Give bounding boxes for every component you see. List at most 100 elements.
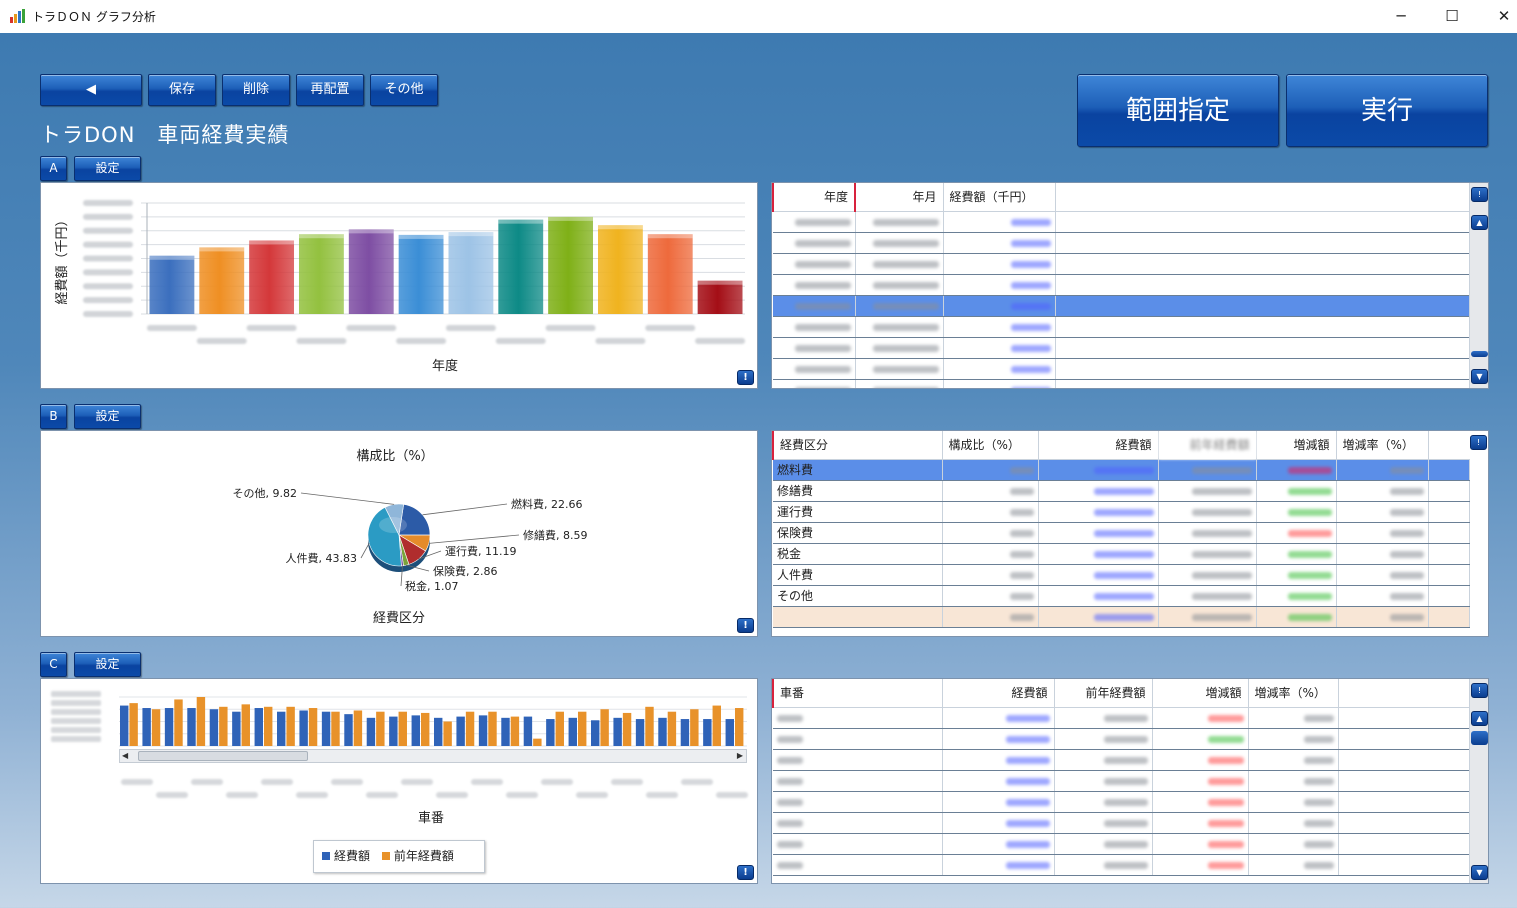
table-a-cell-blank[interactable] <box>1055 316 1470 338</box>
table-c-cell-blank[interactable] <box>1338 749 1470 771</box>
table-c-cell-amount[interactable] <box>942 833 1055 855</box>
table-a-cell-month[interactable] <box>855 295 944 317</box>
table-c-cell-diff[interactable] <box>1152 854 1249 876</box>
table-a-cell-year[interactable] <box>773 232 856 254</box>
table-c-cell-blank[interactable] <box>1338 833 1470 855</box>
table-b-cell-rate[interactable] <box>1336 585 1429 607</box>
table-c-cell-prev-amount[interactable] <box>1054 749 1153 771</box>
table-c-cell-diff[interactable] <box>1152 791 1249 813</box>
table-c-cell-blank[interactable] <box>1338 854 1470 876</box>
table-c-cell-rate[interactable] <box>1248 812 1339 834</box>
table-a-cell-month[interactable] <box>855 253 944 275</box>
table-b-cell-diff[interactable] <box>1256 585 1337 607</box>
table-a-cell-amount[interactable] <box>943 379 1056 388</box>
table-b-info-icon[interactable]: ! <box>1470 435 1487 450</box>
table-c-cell-vehicle[interactable] <box>773 770 943 792</box>
range-select-button[interactable]: 範囲指定 <box>1077 74 1279 147</box>
table-a-scroll-thumb[interactable] <box>1471 351 1488 357</box>
table-a-row[interactable] <box>773 358 1470 380</box>
table-c-cell-prev-amount[interactable] <box>1054 854 1153 876</box>
table-a-cell-blank[interactable] <box>1055 274 1470 296</box>
table-a-scroll-up-icon[interactable]: ▲ <box>1471 215 1488 230</box>
table-b-cell-prev-amount[interactable] <box>1158 522 1257 544</box>
table-b-cell-blank[interactable] <box>1428 585 1470 607</box>
table-c-cell-blank[interactable] <box>1338 812 1470 834</box>
table-c-cell-blank[interactable] <box>1338 791 1470 813</box>
table-a-cell-month[interactable] <box>855 211 944 233</box>
table-a-row[interactable] <box>773 295 1470 317</box>
table-a-cell-year[interactable] <box>773 211 856 233</box>
table-a-cell-month[interactable] <box>855 379 944 388</box>
table-c-cell-prev-amount[interactable] <box>1054 812 1153 834</box>
table-c-cell-rate[interactable] <box>1248 770 1339 792</box>
table-b-header-amount[interactable]: 経費額 <box>1038 431 1159 460</box>
table-c-row[interactable] <box>773 791 1470 813</box>
table-c-cell-rate[interactable] <box>1248 833 1339 855</box>
table-c-scrollbar[interactable]: ! ▲ ▼ <box>1469 679 1488 883</box>
table-b-cell-ratio[interactable] <box>942 459 1039 481</box>
table-a-cell-blank[interactable] <box>1055 253 1470 275</box>
table-c-cell-vehicle[interactable] <box>773 749 943 771</box>
other-button[interactable]: その他 <box>370 74 438 106</box>
table-a-scroll-down-icon[interactable]: ▼ <box>1471 369 1488 384</box>
table-a-cell-year[interactable] <box>773 274 856 296</box>
table-b-cell-diff[interactable] <box>1256 480 1337 502</box>
table-c-cell-blank[interactable] <box>1338 728 1470 750</box>
table-b-cell-diff[interactable] <box>1256 459 1337 481</box>
table-a-cell-year[interactable] <box>773 337 856 359</box>
table-b-header-diff[interactable]: 増減額 <box>1256 431 1337 460</box>
table-a-cell-year[interactable] <box>773 316 856 338</box>
table-b-cell-category[interactable] <box>773 606 943 628</box>
table-b-cell-rate[interactable] <box>1336 543 1429 565</box>
table-c-cell-vehicle[interactable] <box>773 812 943 834</box>
table-c-cell-rate[interactable] <box>1248 707 1339 729</box>
table-b-cell-category[interactable]: 修繕費 <box>773 480 943 502</box>
table-a-header-year[interactable]: 年度 <box>772 183 856 212</box>
table-c-row[interactable] <box>773 770 1470 792</box>
maximize-button[interactable]: ☐ <box>1437 4 1467 28</box>
table-b-cell-rate[interactable] <box>1336 606 1429 628</box>
table-b-cell-ratio[interactable] <box>942 501 1039 523</box>
table-a-cell-blank[interactable] <box>1055 337 1470 359</box>
table-c-row[interactable] <box>773 812 1470 834</box>
table-c-cell-vehicle[interactable] <box>773 707 943 729</box>
table-c-cell-amount[interactable] <box>942 770 1055 792</box>
table-c-info-icon[interactable]: ! <box>1471 683 1488 698</box>
table-c-cell-prev-amount[interactable] <box>1054 728 1153 750</box>
table-a-row[interactable] <box>773 337 1470 359</box>
table-b-cell-category[interactable]: 保険費 <box>773 522 943 544</box>
table-c-cell-rate[interactable] <box>1248 854 1339 876</box>
table-b-cell-amount[interactable] <box>1038 480 1159 502</box>
table-b-row[interactable]: 修繕費 <box>773 480 1470 502</box>
table-b-cell-diff[interactable] <box>1256 606 1337 628</box>
table-c-cell-diff[interactable] <box>1152 770 1249 792</box>
table-a-row[interactable] <box>773 211 1470 233</box>
table-a-cell-month[interactable] <box>855 274 944 296</box>
table-c-cell-diff[interactable] <box>1152 812 1249 834</box>
table-b-cell-category[interactable]: 税金 <box>773 543 943 565</box>
table-c-scroll-up-icon[interactable]: ▲ <box>1471 711 1488 726</box>
table-b-cell-rate[interactable] <box>1336 480 1429 502</box>
table-c-cell-prev-amount[interactable] <box>1054 707 1153 729</box>
run-button[interactable]: 実行 <box>1286 74 1488 147</box>
table-c-cell-diff[interactable] <box>1152 833 1249 855</box>
table-b-cell-prev-amount[interactable] <box>1158 543 1257 565</box>
table-a-cell-amount[interactable] <box>943 295 1056 317</box>
back-button[interactable]: ◀ <box>40 74 142 106</box>
table-a-header-month[interactable]: 年月 <box>854 183 944 212</box>
table-c-cell-amount[interactable] <box>942 854 1055 876</box>
table-b-row[interactable]: 保険費 <box>773 522 1470 544</box>
rearrange-button[interactable]: 再配置 <box>296 74 364 106</box>
table-c-cell-vehicle[interactable] <box>773 791 943 813</box>
table-c-cell-amount[interactable] <box>942 707 1055 729</box>
table-b-cell-ratio[interactable] <box>942 606 1039 628</box>
table-b-cell-amount[interactable] <box>1038 564 1159 586</box>
table-c-header-diff[interactable]: 増減額 <box>1152 679 1249 708</box>
table-b-cell-diff[interactable] <box>1256 501 1337 523</box>
table-c-cell-diff[interactable] <box>1152 707 1249 729</box>
save-button[interactable]: 保存 <box>148 74 216 106</box>
chart-c-scroll-left-icon[interactable]: ◀ <box>122 751 128 760</box>
table-b-cell-blank[interactable] <box>1428 480 1470 502</box>
table-b-cell-rate[interactable] <box>1336 501 1429 523</box>
table-b-row[interactable]: 税金 <box>773 543 1470 565</box>
